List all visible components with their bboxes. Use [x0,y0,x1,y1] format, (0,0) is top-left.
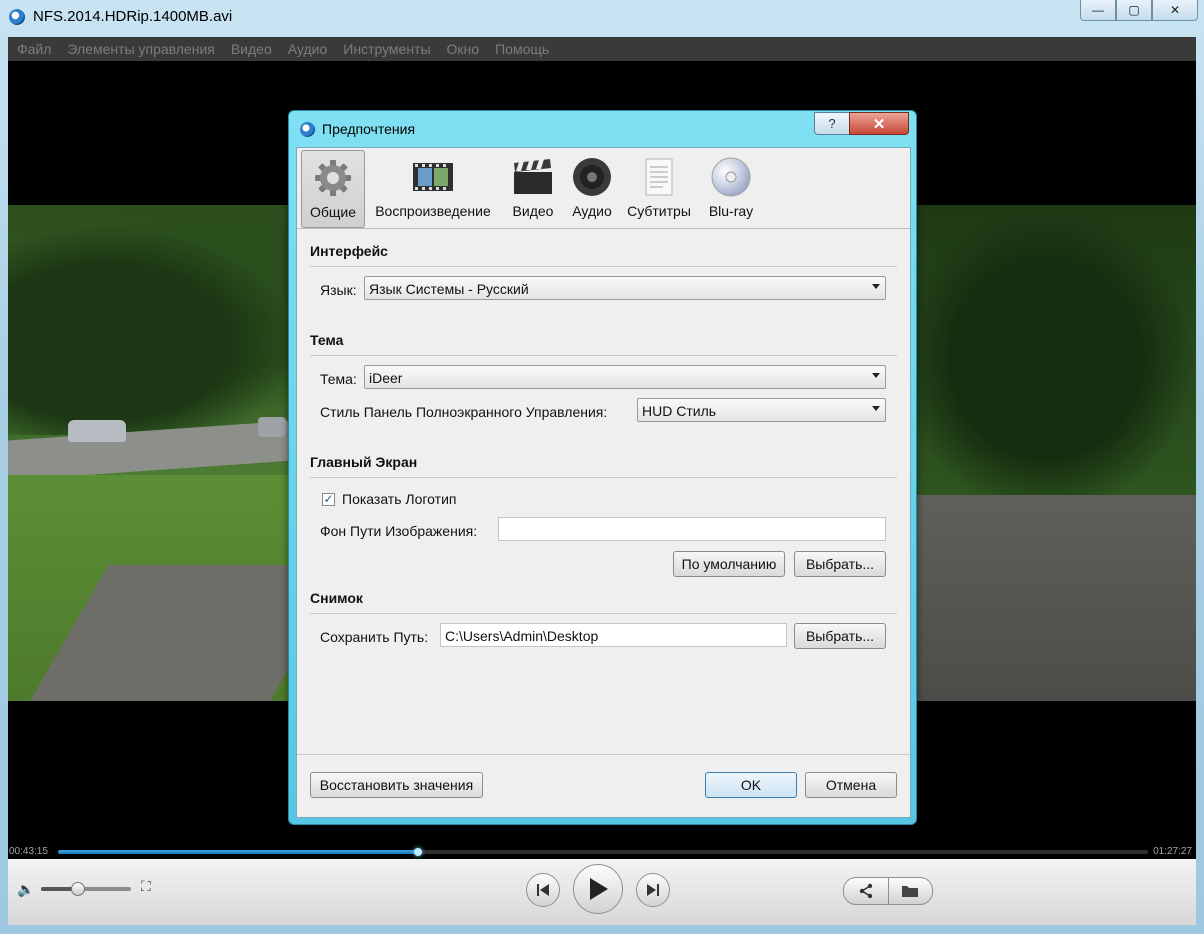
hud-style-label: Стиль Панель Полноэкранного Управления: [320,404,608,420]
language-select[interactable]: Язык Системы - Русский [364,276,886,300]
folder-icon [902,886,919,897]
app-logo-icon [9,9,25,25]
dialog-close-button[interactable]: ✕ [849,112,909,135]
gear-icon [313,158,353,198]
dialog-title: Предпочтения [322,121,416,137]
menu-tools[interactable]: Инструменты [343,41,430,57]
caption-buttons: — ▢ ✕ [1080,0,1198,22]
next-icon [647,884,659,896]
cancel-button[interactable]: Отмена [805,772,897,798]
fullscreen-icon[interactable]: ⛶ [141,879,155,893]
maximize-button[interactable]: ▢ [1116,0,1152,21]
section-main-screen-heading: Главный Экран [310,454,418,470]
restore-defaults-button[interactable]: Восстановить значения [310,772,483,798]
dialog-logo-icon [300,122,315,137]
clapperboard-icon [513,157,553,197]
open-folder-button[interactable] [889,878,933,904]
volume-icon[interactable]: 🔈 [17,881,34,898]
window-titlebar[interactable]: NFS.2014.HDRip.1400MB.avi — ▢ ✕ [0,0,1204,34]
theme-select[interactable]: iDeer [364,365,886,389]
language-label: Язык: [320,282,357,298]
menu-help[interactable]: Помощь [495,41,549,57]
save-path-input[interactable]: C:\Users\Admin\Desktop [440,623,787,647]
seek-handle[interactable] [413,848,422,856]
seek-progress [58,850,418,854]
help-button[interactable]: ? [814,112,850,135]
play-button[interactable] [573,864,623,914]
control-bar: 🔈 ⛶ [8,859,1196,925]
show-logo-label[interactable]: Показать Логотип [342,491,456,507]
volume-slider[interactable] [41,882,131,896]
divider [310,355,897,356]
menu-file[interactable]: Файл [17,41,51,57]
document-icon [639,157,679,197]
bg-path-label: Фон Пути Изображения: [320,523,478,539]
share-icon [859,883,872,899]
volume-handle[interactable] [71,882,85,896]
seek-row: 00:43:15 01:27:27 [8,845,1196,859]
tab-general[interactable]: Общие [301,150,365,228]
chevron-down-icon [872,406,880,411]
default-button[interactable]: По умолчанию [673,551,785,577]
disc-icon [711,157,751,197]
speaker-icon [572,157,612,197]
window-title: NFS.2014.HDRip.1400MB.avi [33,8,233,25]
theme-label: Тема: [320,371,357,387]
seek-bar[interactable] [58,848,1148,856]
tab-video[interactable]: Видео [503,150,563,226]
dialog-body: Общие Воспроизведение Видео Аудио Субтит… [296,147,911,818]
next-button[interactable] [636,873,670,907]
divider [297,754,910,755]
divider [310,613,897,614]
menu-controls[interactable]: Элементы управления [67,41,214,57]
browse-snapshot-button[interactable]: Выбрать... [794,623,886,649]
close-window-button[interactable]: ✕ [1152,0,1198,21]
tab-playback[interactable]: Воспроизведение [367,150,499,226]
ok-button[interactable]: OK [705,772,797,798]
preferences-dialog: Предпочтения ? ✕ Общие Воспроизведение В… [288,110,917,825]
menu-video[interactable]: Видео [231,41,272,57]
tab-audio[interactable]: Аудио [565,150,619,226]
bg-path-input[interactable] [498,517,886,541]
menu-bar: Файл Элементы управления Видео Аудио Инс… [8,37,1196,61]
hud-style-select[interactable]: HUD Стиль [637,398,886,422]
menu-audio[interactable]: Аудио [288,41,328,57]
share-open-group [843,877,933,905]
divider [310,477,897,478]
section-interface-heading: Интерфейс [310,243,388,259]
preferences-tabs: Общие Воспроизведение Видео Аудио Субтит… [297,148,910,229]
time-total: 01:27:27 [1153,846,1192,857]
section-snapshot-heading: Снимок [310,590,363,606]
tab-bluray[interactable]: Blu-ray [699,150,763,226]
share-button[interactable] [844,878,889,904]
film-strip-icon [413,157,453,197]
previous-button[interactable] [526,873,560,907]
menu-window[interactable]: Окно [447,41,480,57]
tab-subtitles[interactable]: Субтитры [621,150,697,226]
save-path-label: Сохранить Путь: [320,629,429,645]
show-logo-checkbox[interactable]: ✓ [322,493,335,506]
browse-bg-button[interactable]: Выбрать... [794,551,886,577]
minimize-button[interactable]: — [1080,0,1116,21]
play-icon [590,878,608,900]
chevron-down-icon [872,284,880,289]
previous-icon [537,884,549,896]
chevron-down-icon [872,373,880,378]
section-theme-heading: Тема [310,332,344,348]
time-elapsed: 00:43:15 [9,846,48,857]
divider [310,266,897,267]
